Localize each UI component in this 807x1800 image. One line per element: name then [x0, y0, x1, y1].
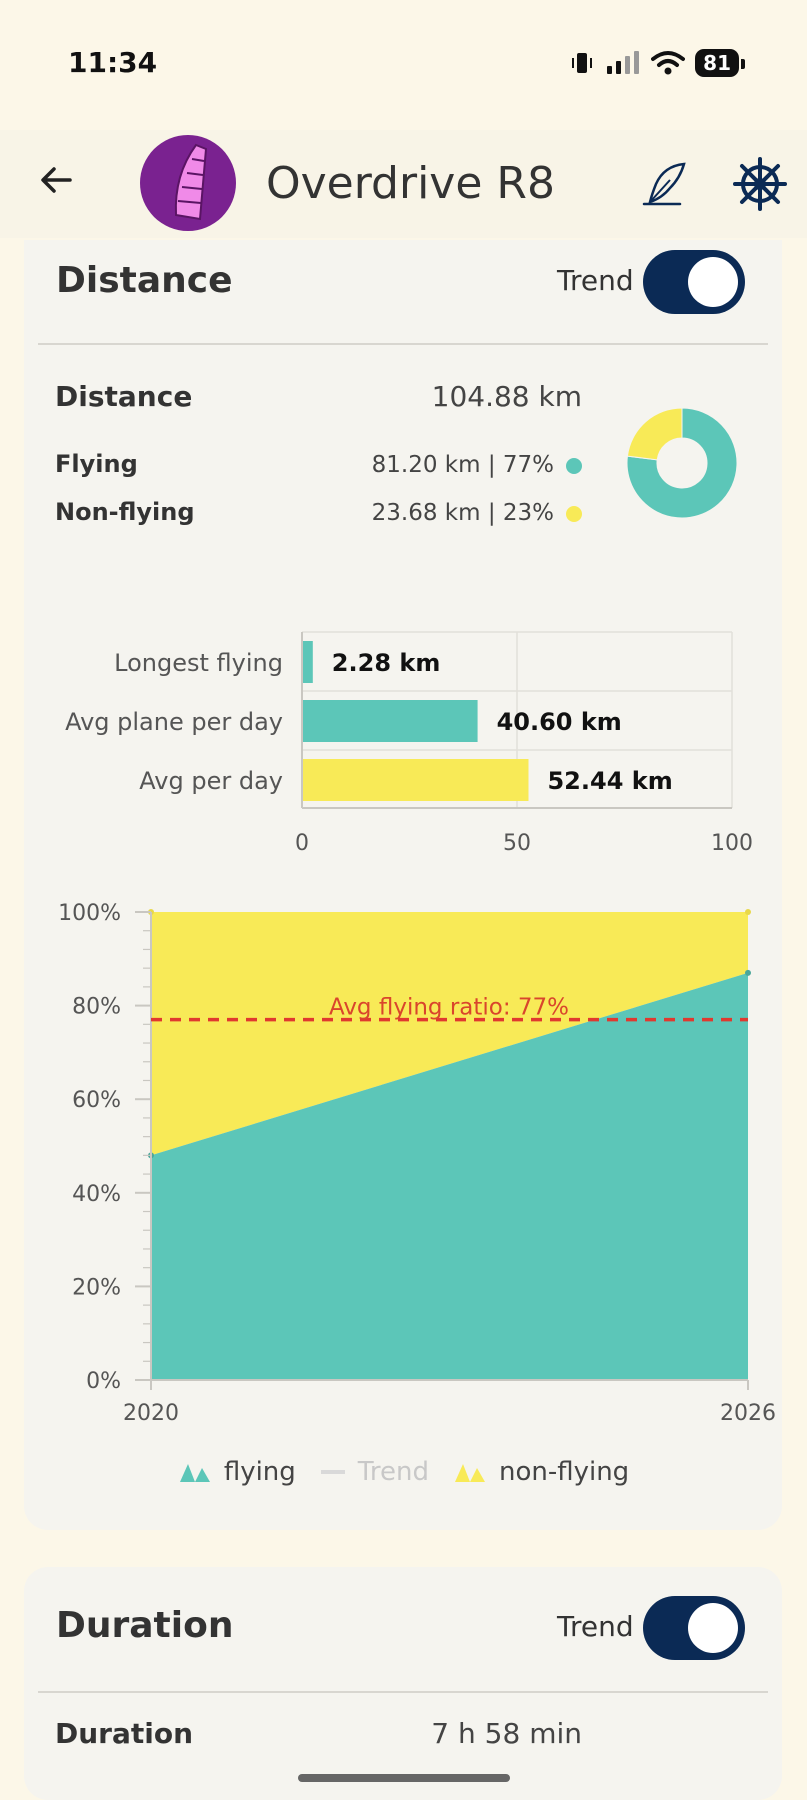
area-y-tick-label: 80%	[72, 995, 121, 1020]
area-y-tick-label: 20%	[72, 1275, 121, 1300]
legend-label: Trend	[357, 1457, 429, 1487]
legend-label: non-flying	[498, 1457, 630, 1487]
avg-ratio-annotation: Avg flying ratio: 77%	[329, 995, 569, 1021]
area-y-tick-label: 100%	[58, 901, 121, 926]
area-y-tick-label: 40%	[72, 1182, 121, 1207]
area-chart-legend: flying Trend non-flying	[0, 1452, 807, 1492]
legend-nonflying[interactable]: non-flying	[453, 1457, 629, 1487]
legend-label: flying	[223, 1457, 296, 1487]
charts-layer: Longest flying 2.28 km Avg plane per day 40…	[58, 407, 776, 1426]
divider	[38, 1691, 768, 1693]
bar-category-label: Longest flying	[114, 649, 283, 677]
legend-flying[interactable]: flying	[178, 1457, 296, 1487]
duration-title: Duration	[56, 1605, 234, 1646]
area-y-tick-label: 60%	[72, 1088, 121, 1113]
trend-label: Trend	[557, 1610, 634, 1643]
bar-value-label: 2.28 km	[332, 649, 441, 677]
data-point	[745, 909, 751, 915]
area-y-tick-label: 0%	[86, 1369, 121, 1394]
line-legend-icon	[320, 1470, 345, 1474]
duration-total-label: Duration	[55, 1717, 194, 1750]
bar	[303, 759, 529, 801]
toggle-knob	[688, 1603, 738, 1653]
bar	[303, 700, 478, 742]
bar-category-label: Avg plane per day	[65, 708, 283, 736]
legend-trend[interactable]: Trend	[320, 1457, 429, 1487]
bar-x-tick: 0	[295, 831, 309, 856]
trend-toggle[interactable]	[643, 1596, 745, 1660]
home-indicator[interactable]	[298, 1774, 510, 1782]
area-legend-icon	[179, 1464, 210, 1482]
duration-total-value: 7 h 58 min	[431, 1717, 582, 1750]
bar	[303, 641, 313, 683]
bar-category-label: Avg per day	[139, 767, 283, 795]
data-point	[745, 969, 751, 976]
area-x-tick-label: 2020	[123, 1401, 179, 1426]
area-legend-icon	[454, 1464, 485, 1482]
bar-value-label: 40.60 km	[497, 708, 622, 736]
bar-x-tick: 100	[711, 831, 753, 856]
donut-slice	[626, 407, 683, 461]
duration-card: Duration Trend Duration 7 h 58 min	[24, 1567, 782, 1800]
bar-x-tick: 50	[503, 831, 531, 856]
area-x-tick-label: 2026	[720, 1401, 776, 1426]
bar-value-label: 52.44 km	[547, 767, 672, 795]
